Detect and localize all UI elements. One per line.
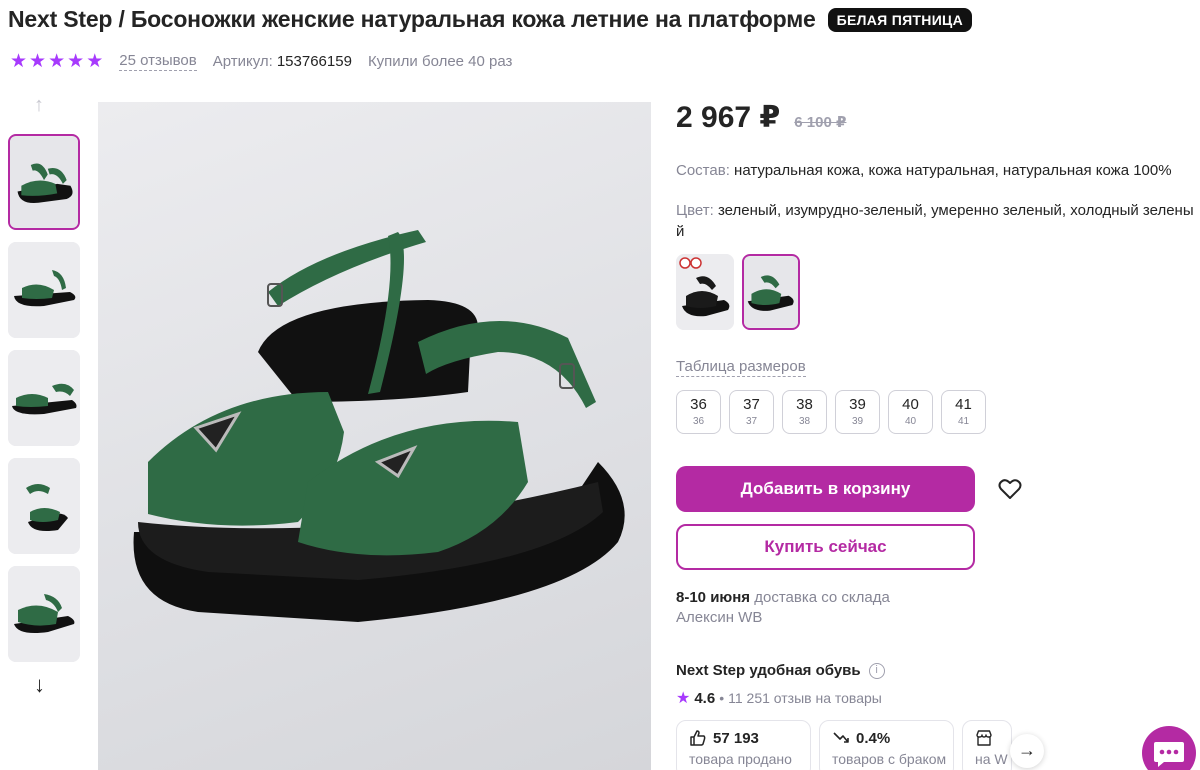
title-row: Next Step / Босоножки женские натуральна… [8, 6, 972, 33]
sandal-thumbnail-image [8, 458, 80, 554]
main-product-image[interactable] [98, 102, 651, 770]
article: Артикул: 153766159 [213, 53, 352, 70]
promo-badge: БЕЛАЯ ПЯТНИЦА [827, 7, 972, 32]
price-row: 2 967 ₽ 6 100 ₽ [676, 100, 1200, 135]
arrow-up-icon[interactable]: ↑ [34, 94, 44, 117]
stat-sold-value: 57 193 [713, 729, 759, 747]
star-icon: ★ [676, 690, 691, 707]
size-options: 36 36 37 37 38 38 39 39 40 40 41 41 [676, 390, 986, 434]
stat-defects-label: товаров с браком [832, 751, 947, 767]
article-number[interactable]: 153766159 [277, 53, 352, 70]
product-info: 2 967 ₽ 6 100 ₽ Состав: натуральная кожа… [676, 100, 1200, 770]
bought-count: Купили более 40 раз [367, 53, 513, 70]
size-ru: 40 [902, 396, 919, 413]
swatch-green[interactable] [742, 254, 800, 330]
composition: Состав: натуральная кожа, кожа натуральн… [676, 160, 1172, 181]
thumbs-up-icon [690, 730, 706, 746]
swatch-black[interactable] [676, 254, 734, 330]
stat-sold: 57 193 товара продано [676, 720, 811, 770]
size-option[interactable]: 41 41 [941, 390, 986, 434]
seller: Next Step удобная обувь i [676, 662, 885, 679]
color-label: Цвет: [676, 202, 714, 219]
size-ru: 39 [849, 396, 866, 413]
delivery-warehouse: Алексин WB [676, 609, 763, 626]
star-icon: ★ [10, 51, 28, 72]
thumbnail-4[interactable] [8, 458, 80, 554]
sandal-thumbnail-image [8, 566, 80, 662]
size-ru: 36 [690, 396, 707, 413]
trend-down-icon [833, 732, 849, 743]
arrow-right-icon[interactable]: → [1010, 734, 1044, 768]
size-option[interactable]: 39 39 [835, 390, 880, 434]
black-sandal-image [676, 254, 734, 330]
info-icon[interactable]: i [868, 662, 885, 679]
seller-rating-value: 4.6 [694, 689, 716, 707]
color-value-wrap: й [676, 223, 685, 240]
size-eu: 37 [745, 416, 758, 427]
arrow-down-icon[interactable]: ↓ [34, 672, 45, 698]
store-icon [976, 730, 992, 746]
meta-row: ★ ★ ★ ★ ★ 25 отзывов Артикул: 153766159 К… [10, 52, 512, 71]
size-option[interactable]: 40 40 [888, 390, 933, 434]
thumbnail-3[interactable] [8, 350, 80, 446]
chat-icon [1154, 742, 1184, 767]
reviews-link[interactable]: 25 отзывов [119, 52, 197, 71]
size-option[interactable]: 37 37 [729, 390, 774, 434]
sandal-thumbnail-image [10, 136, 78, 228]
stat-sold-label: товара продано [689, 751, 792, 767]
article-label: Артикул: [212, 53, 273, 70]
stat-defects: 0.4% товаров с браком [819, 720, 954, 770]
composition-value: натуральная кожа, кожа натуральная, нату… [734, 162, 1172, 179]
stat-store: на W [962, 720, 1012, 770]
sandal-image [133, 230, 625, 622]
heart-icon[interactable] [998, 478, 1022, 500]
rating-stars: ★ ★ ★ ★ ★ [10, 52, 103, 71]
separator: • [719, 690, 725, 706]
size-option[interactable]: 38 38 [782, 390, 827, 434]
color-value: зеленый, изумрудно-зеленый, умеренно зел… [717, 202, 1194, 219]
seller-rating: ★ 4.6 • 11 251 отзыв на товары [676, 688, 882, 708]
chat-button[interactable] [1142, 726, 1196, 770]
stat-defects-value: 0.4% [856, 729, 891, 747]
composition-label: Состав: [676, 162, 730, 179]
thumbnail-1[interactable] [8, 134, 80, 230]
current-price: 2 967 ₽ [676, 101, 781, 134]
size-eu: 39 [851, 416, 864, 427]
add-to-cart-button[interactable]: Добавить в корзину [676, 466, 975, 512]
buy-now-button[interactable]: Купить сейчас [676, 524, 975, 570]
color: Цвет: зеленый, изумрудно-зеленый, умерен… [676, 200, 1194, 242]
size-ru: 41 [955, 396, 972, 413]
stat-store-label: на W [975, 751, 1008, 767]
star-icon: ★ [48, 51, 66, 72]
product-title: Next Step / Босоножки женские натуральна… [8, 6, 816, 32]
size-eu: 40 [904, 416, 917, 427]
size-eu: 38 [798, 416, 811, 427]
old-price: 6 100 ₽ [794, 114, 847, 131]
size-ru: 37 [743, 396, 760, 413]
delivery-info: 8-10 июня доставка со склада Алексин WB [676, 588, 916, 628]
thumbnail-5[interactable] [8, 566, 80, 662]
sandal-thumbnail-image [8, 242, 80, 338]
size-ru: 38 [796, 396, 813, 413]
star-icon: ★ [29, 51, 47, 72]
color-swatches [676, 254, 800, 330]
size-eu: 36 [692, 416, 705, 427]
delivery-text: доставка со склада [754, 589, 890, 606]
thumbnail-2[interactable] [8, 242, 80, 338]
sandal-thumbnail-image [8, 350, 80, 446]
size-eu: 41 [957, 416, 970, 427]
seller-reviews: 11 251 отзыв на товары [728, 690, 882, 706]
star-icon: ★ [86, 51, 104, 72]
seller-name[interactable]: Next Step удобная обувь [676, 662, 861, 679]
size-option[interactable]: 36 36 [676, 390, 721, 434]
star-icon: ★ [67, 51, 85, 72]
size-table-link[interactable]: Таблица размеров [676, 358, 806, 377]
delivery-dates: 8-10 июня [676, 589, 751, 606]
green-sandal-image [744, 256, 798, 328]
seller-stats: 57 193 товара продано 0.4% товаров с бра… [676, 720, 1012, 770]
